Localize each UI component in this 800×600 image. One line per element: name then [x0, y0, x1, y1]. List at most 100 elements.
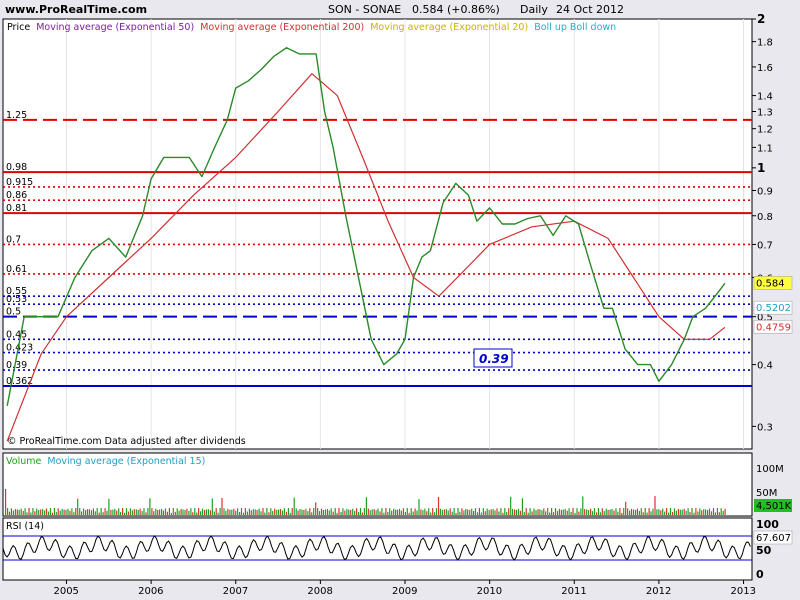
volume-bar [428, 508, 430, 515]
volume-bar [229, 509, 231, 515]
volume-bar [270, 508, 272, 515]
volume-bar [424, 508, 426, 515]
volume-bar [289, 512, 291, 515]
volume-bar [439, 508, 441, 515]
volume-bar [658, 509, 660, 515]
volume-bar [7, 508, 9, 515]
volume-bar [570, 511, 572, 515]
site-name[interactable]: www.ProRealTime.com [5, 3, 147, 16]
volume-bar [588, 510, 590, 515]
volume-bar [640, 508, 642, 515]
volume-bar [98, 512, 100, 515]
volume-bar [492, 509, 494, 515]
volume-bar [328, 510, 330, 515]
volume-bar [324, 509, 326, 515]
volume-bar [400, 510, 402, 515]
volume-bar [697, 511, 699, 515]
volume-bar [580, 508, 582, 515]
volume-bar [125, 508, 128, 515]
volume-bar [463, 510, 465, 515]
volume-bar [34, 511, 36, 515]
x-tick-label-2013: 2013 [731, 586, 756, 597]
volume-bar [63, 509, 65, 515]
volume-bar [342, 508, 344, 515]
volume-bar [69, 510, 71, 515]
volume-bar [139, 508, 141, 515]
volume-bar [361, 512, 363, 515]
volume-bar [441, 509, 443, 515]
volume-bar [81, 511, 83, 515]
volume-bar [104, 508, 106, 515]
volume-bar [515, 509, 518, 515]
volume-bar [262, 508, 264, 515]
volume-bar [166, 511, 168, 515]
volume-bar [196, 512, 198, 515]
volume-bar [65, 509, 67, 515]
volume-bar [523, 512, 525, 515]
volume-bar [584, 509, 586, 515]
volume-bar [373, 509, 375, 515]
volume-bar [638, 511, 640, 515]
y-tick-label-0.9: 0.9 [757, 186, 773, 197]
volume-bar [490, 509, 492, 515]
volume-bar [287, 508, 289, 515]
volume-bar [194, 508, 196, 515]
volume-legend-volume: Volume [6, 456, 41, 467]
volume-bar [317, 508, 319, 515]
volume-bar [162, 510, 165, 515]
volume-bar [426, 511, 428, 515]
volume-bar [42, 509, 44, 515]
volume-bar [278, 509, 280, 515]
volume-bar [673, 508, 676, 515]
volume-bar [519, 510, 521, 515]
volume-bar [461, 508, 463, 515]
y-tick-label-0.4: 0.4 [757, 361, 773, 372]
volume-bar [164, 508, 167, 515]
volume-bar [155, 508, 157, 515]
volume-bar [445, 509, 447, 515]
volume-bar [644, 508, 646, 515]
volume-bar [350, 509, 352, 515]
volume-bar [209, 510, 211, 515]
volume-bar [45, 508, 48, 515]
volume-bar [420, 509, 422, 515]
volume-bar [414, 508, 416, 515]
volume-bar [500, 508, 502, 515]
volume-bar [465, 509, 467, 515]
volume-bar [79, 508, 81, 515]
volume-bar [116, 510, 118, 515]
volume-bar [716, 508, 718, 515]
blue-level-label-0.39: 0.39 [6, 360, 27, 371]
volume-bar [636, 508, 638, 515]
red-level-label-0.915: 0.915 [6, 177, 33, 188]
volume-bar [174, 511, 176, 515]
volume-bar [560, 509, 562, 515]
volume-bar [714, 512, 716, 515]
volume-bar [231, 509, 233, 515]
volume-bar [122, 508, 124, 515]
volume-bar [16, 509, 18, 515]
volume-bar [437, 497, 440, 515]
volume-bar [617, 511, 619, 515]
volume-bar [634, 509, 637, 515]
volume-bar [233, 508, 235, 515]
volume-bar [348, 509, 350, 515]
volume-bar [662, 508, 664, 515]
volume-bar [281, 510, 284, 515]
volume-bar [671, 512, 674, 515]
volume-bar [141, 511, 143, 515]
volume-bar [26, 512, 28, 515]
volume-bar [38, 510, 40, 515]
volume-bar [406, 508, 408, 515]
volume-bar [551, 508, 553, 515]
volume-bar [293, 497, 295, 515]
volume-bar [416, 510, 418, 515]
volume-tag-label: 4,501K [756, 501, 792, 512]
volume-bar [157, 510, 159, 515]
volume-bar [297, 510, 299, 515]
volume-bar [237, 508, 239, 515]
volume-bar [192, 512, 194, 515]
volume-bar [430, 512, 432, 515]
volume-bar [8, 511, 11, 515]
volume-bar [309, 508, 311, 515]
